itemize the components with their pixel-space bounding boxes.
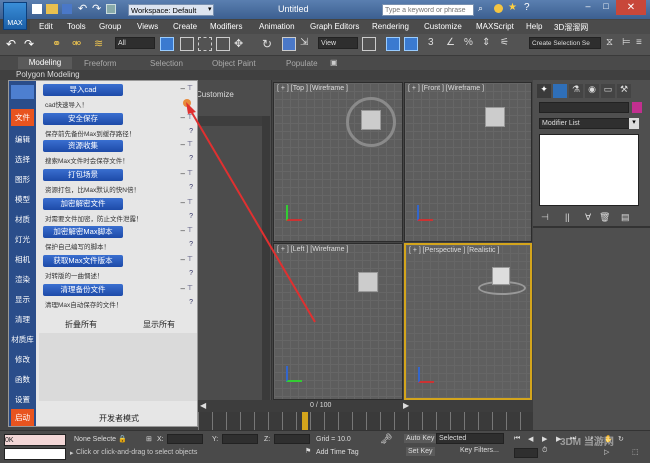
time-slider-next-icon[interactable]: ▶: [403, 401, 409, 410]
x-coordinate-field[interactable]: [167, 434, 203, 444]
add-time-tag-button[interactable]: Add Time Tag: [316, 449, 359, 456]
absolute-mode-icon[interactable]: ⊞: [146, 435, 152, 443]
frame-counter[interactable]: 0 / 100: [310, 402, 331, 409]
time-marker-icon[interactable]: [302, 412, 308, 430]
z-coordinate-field[interactable]: [274, 434, 310, 444]
y-coordinate-field[interactable]: [222, 434, 258, 444]
status-prompt: Click or click-and-drag to select object…: [76, 449, 198, 456]
x-label: X:: [157, 436, 164, 443]
script-listener-icon[interactable]: ▸: [70, 449, 74, 457]
status-bar: None Selecte 🔒 ⊞ X: Y: Z: Grid = 10.0 🗝 …: [0, 430, 650, 463]
field-of-view-icon[interactable]: ▷: [604, 448, 609, 456]
key-mode-icon[interactable]: 🗝: [380, 434, 393, 445]
orbit-icon[interactable]: ↻: [618, 435, 624, 443]
grid-status: Grid = 10.0: [316, 436, 351, 443]
set-key-button[interactable]: Set Key: [406, 447, 435, 456]
auto-key-button[interactable]: Auto Key: [404, 434, 437, 443]
time-slider-prev-icon[interactable]: ◀: [200, 401, 206, 410]
key-filters-button[interactable]: Key Filters...: [460, 447, 499, 454]
watermark-logo: 3DM 当游网: [560, 437, 614, 448]
play-icon[interactable]: ▶: [542, 435, 547, 443]
previous-frame-icon[interactable]: ◀: [528, 435, 533, 443]
go-to-start-icon[interactable]: ⏮: [514, 435, 520, 443]
y-label: Y:: [212, 436, 219, 443]
annotation-arrow: [186, 102, 316, 323]
current-frame-field[interactable]: [514, 448, 538, 458]
time-tag-icon[interactable]: ⚑: [305, 447, 311, 455]
maxscript-listener[interactable]: [4, 434, 66, 446]
z-label: Z:: [264, 436, 271, 443]
maxscript-output[interactable]: [4, 448, 66, 460]
selection-status: None Selecte: [74, 436, 117, 443]
time-config-icon[interactable]: ⏱: [542, 447, 547, 455]
maximize-viewport-icon[interactable]: ⬚: [632, 448, 639, 456]
time-slider[interactable]: ◀ 0 / 100 ▶: [198, 400, 533, 412]
track-bar[interactable]: [198, 412, 533, 430]
selected-set-dropdown[interactable]: Selected: [436, 433, 504, 444]
lock-selection-icon[interactable]: 🔒: [118, 435, 127, 443]
